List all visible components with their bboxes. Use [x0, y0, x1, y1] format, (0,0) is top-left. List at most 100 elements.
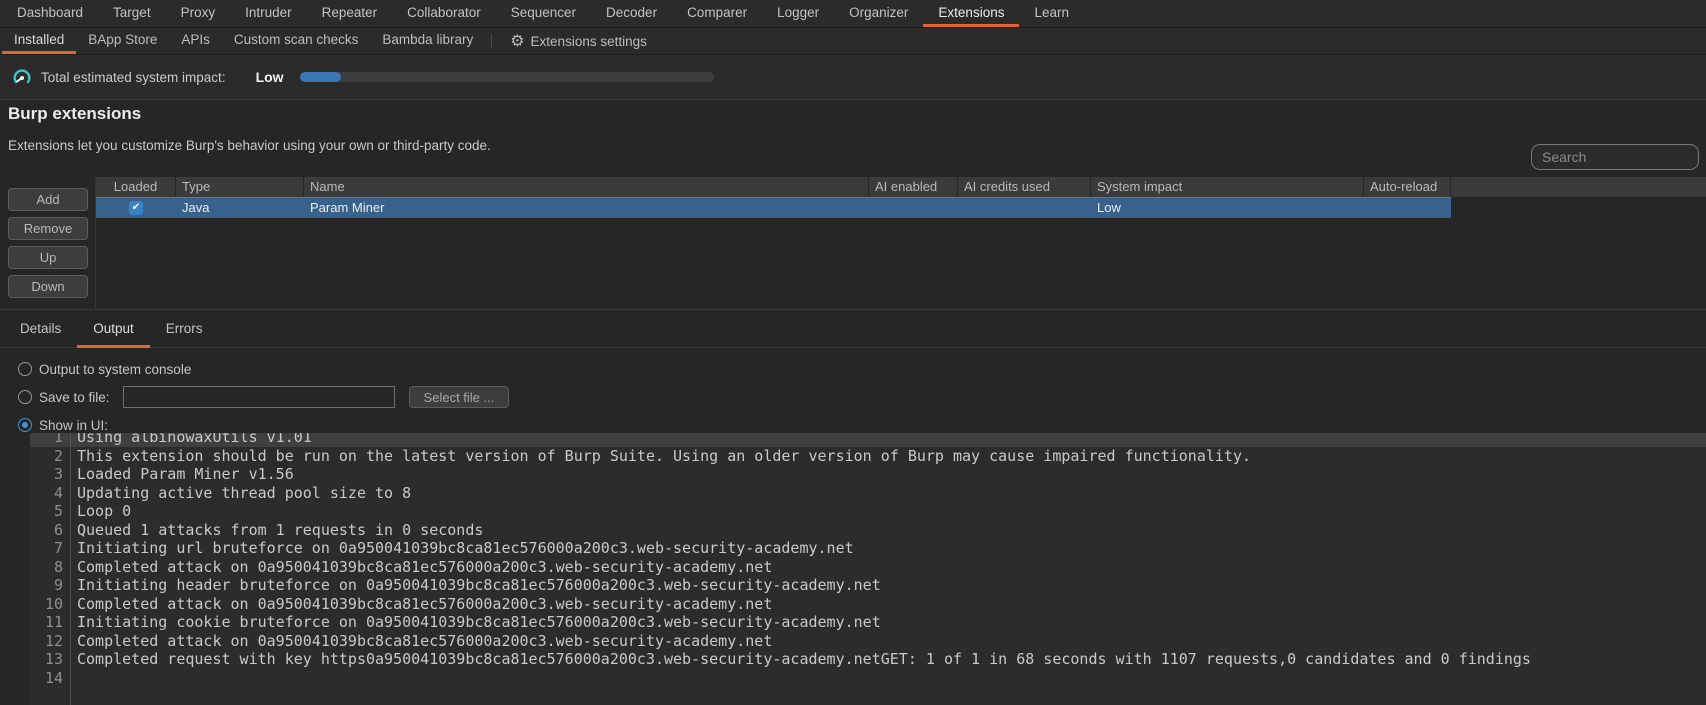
- menu-item-sequencer[interactable]: Sequencer: [496, 0, 591, 27]
- menu-item-target[interactable]: Target: [98, 0, 166, 27]
- line-text: Initiating header bruteforce on 0a950041…: [70, 576, 881, 595]
- tab-errors[interactable]: Errors: [150, 310, 219, 347]
- main-menubar: DashboardTargetProxyIntruderRepeaterColl…: [0, 0, 1706, 28]
- line-text: Queued 1 attacks from 1 requests in 0 se…: [70, 521, 483, 540]
- tab-details[interactable]: Details: [4, 310, 77, 347]
- subtab-custom-scan-checks[interactable]: Custom scan checks: [222, 28, 371, 54]
- line-number: 13: [30, 650, 70, 669]
- add-button[interactable]: Add: [8, 188, 88, 211]
- auto-reload-cell: [1364, 198, 1451, 218]
- radio-label: Output to system console: [39, 362, 191, 377]
- line-number: 8: [30, 558, 70, 577]
- ai-credits-used-cell: [958, 198, 1091, 218]
- line-text: Completed request with key https0a950041…: [70, 650, 1531, 669]
- column-header-type[interactable]: Type: [176, 177, 304, 197]
- subtab-bambda-library[interactable]: Bambda library: [370, 28, 485, 54]
- console-line: 3Loaded Param Miner v1.56: [30, 465, 1706, 484]
- line-number: 6: [30, 521, 70, 540]
- loaded-checkbox[interactable]: ✔: [129, 201, 143, 215]
- line-number: 7: [30, 539, 70, 558]
- gear-icon: ⚙: [510, 33, 524, 49]
- column-header-loaded[interactable]: Loaded: [96, 177, 176, 197]
- radio-icon: [18, 390, 32, 404]
- subtab-installed[interactable]: Installed: [2, 28, 76, 54]
- line-text: Loop 0: [70, 502, 131, 521]
- console-line: 14: [30, 669, 1706, 688]
- menu-item-repeater[interactable]: Repeater: [307, 0, 393, 27]
- console-line: 8Completed attack on 0a950041039bc8ca81e…: [30, 558, 1706, 577]
- menu-item-organizer[interactable]: Organizer: [834, 0, 923, 27]
- page-title: Burp extensions: [8, 104, 141, 124]
- menu-item-proxy[interactable]: Proxy: [166, 0, 231, 27]
- search-input[interactable]: [1531, 144, 1699, 170]
- column-header-ai-enabled[interactable]: AI enabled: [869, 177, 958, 197]
- line-text: Completed attack on 0a950041039bc8ca81ec…: [70, 632, 772, 651]
- line-text: Updating active thread pool size to 8: [70, 484, 411, 503]
- detail-tabs: DetailsOutputErrors: [0, 310, 1706, 348]
- line-text: Completed attack on 0a950041039bc8ca81ec…: [70, 595, 772, 614]
- menu-item-decoder[interactable]: Decoder: [591, 0, 672, 27]
- select-file-button[interactable]: Select file ...: [409, 386, 510, 408]
- column-header-ai-credits-used[interactable]: AI credits used: [958, 177, 1091, 197]
- menu-item-extensions[interactable]: Extensions: [923, 0, 1019, 27]
- system-impact-cell: Low: [1091, 198, 1364, 218]
- remove-button[interactable]: Remove: [8, 217, 88, 240]
- console-line: 9Initiating header bruteforce on 0a95004…: [30, 576, 1706, 595]
- menu-item-comparer[interactable]: Comparer: [672, 0, 762, 27]
- save-file-path-input[interactable]: [123, 386, 395, 408]
- menu-item-intruder[interactable]: Intruder: [230, 0, 307, 27]
- extensions-subtabs: InstalledBApp StoreAPIsCustom scan check…: [0, 28, 1706, 55]
- radio-output-to-system-console[interactable]: Output to system console: [18, 358, 191, 380]
- menu-item-collaborator[interactable]: Collaborator: [392, 0, 496, 27]
- console-line: 12Completed attack on 0a950041039bc8ca81…: [30, 632, 1706, 651]
- loaded-cell: ✔: [96, 198, 176, 218]
- type-cell: Java: [176, 198, 304, 218]
- line-number: 3: [30, 465, 70, 484]
- impact-progress-fill: [300, 72, 341, 82]
- line-text: Using albinowaxUtils v1.01: [70, 433, 312, 447]
- line-number: 14: [30, 669, 70, 688]
- menu-item-logger[interactable]: Logger: [762, 0, 834, 27]
- line-number: 12: [30, 632, 70, 651]
- menu-item-dashboard[interactable]: Dashboard: [2, 0, 98, 27]
- console-line: 6Queued 1 attacks from 1 requests in 0 s…: [30, 521, 1706, 540]
- console-line: 13Completed request with key https0a9500…: [30, 650, 1706, 669]
- up-button[interactable]: Up: [8, 246, 88, 269]
- line-text: Loaded Param Miner v1.56: [70, 465, 294, 484]
- radio-label: Save to file:: [39, 390, 110, 405]
- subtab-separator: [491, 34, 492, 49]
- subtab-bapp-store[interactable]: BApp Store: [76, 28, 169, 54]
- line-text: This extension should be run on the late…: [70, 447, 1251, 466]
- menu-item-learn[interactable]: Learn: [1019, 0, 1084, 27]
- column-header-auto-reload[interactable]: Auto-reload: [1364, 177, 1451, 197]
- column-header-filler: [1451, 177, 1706, 197]
- console-line: 11Initiating cookie bruteforce on 0a9500…: [30, 613, 1706, 632]
- extensions-settings-label: Extensions settings: [531, 34, 647, 49]
- line-text: Initiating url bruteforce on 0a950041039…: [70, 539, 854, 558]
- radio-save-to-file[interactable]: Save to file: Select file ...: [18, 386, 509, 408]
- radio-label: Show in UI:: [39, 418, 108, 433]
- console-lines: 1Using albinowaxUtils v1.012This extensi…: [30, 433, 1706, 687]
- subtab-apis[interactable]: APIs: [169, 28, 222, 54]
- impact-value: Low: [256, 69, 284, 85]
- console-line: 5Loop 0: [30, 502, 1706, 521]
- console-line: 4Updating active thread pool size to 8: [30, 484, 1706, 503]
- line-number: 2: [30, 447, 70, 466]
- system-impact-banner: Total estimated system impact: Low: [0, 55, 1706, 100]
- tab-output[interactable]: Output: [77, 310, 150, 347]
- column-header-name[interactable]: Name: [304, 177, 869, 197]
- line-number: 9: [30, 576, 70, 595]
- output-console[interactable]: 1Using albinowaxUtils v1.012This extensi…: [30, 433, 1706, 705]
- table-body: ✔ JavaParam Miner Low: [96, 197, 1706, 218]
- table-row[interactable]: ✔ JavaParam Miner Low: [96, 197, 1451, 218]
- name-cell: Param Miner: [304, 198, 869, 218]
- gauge-icon: [12, 67, 32, 87]
- down-button[interactable]: Down: [8, 275, 88, 298]
- radio-icon-selected: [18, 418, 32, 432]
- page-subtitle: Extensions let you customize Burp's beha…: [8, 138, 491, 153]
- line-number: 11: [30, 613, 70, 632]
- line-number: 5: [30, 502, 70, 521]
- column-header-system-impact[interactable]: System impact: [1091, 177, 1364, 197]
- impact-label: Total estimated system impact:: [41, 70, 226, 85]
- extensions-settings-button[interactable]: ⚙ Extensions settings: [504, 33, 653, 49]
